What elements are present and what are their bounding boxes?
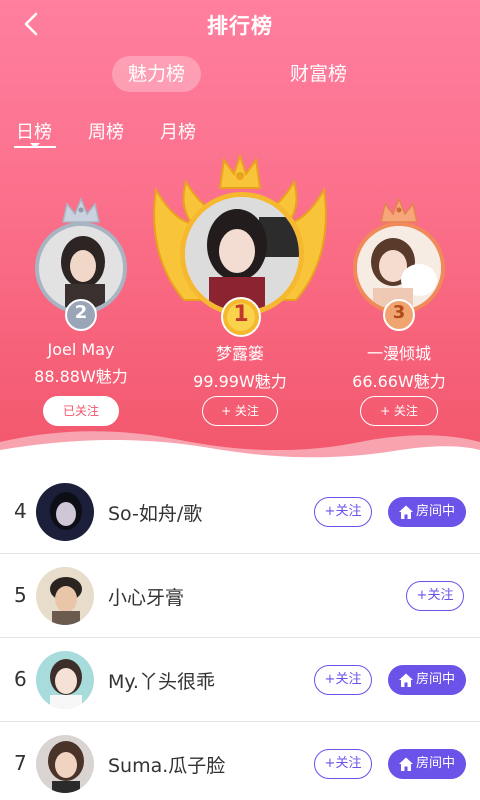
ranking-type-tabs: 魅力榜 财富榜	[0, 56, 480, 92]
top-bar: 排行榜	[0, 0, 480, 48]
rank-2-number: 2	[74, 302, 88, 323]
ranking-list: 4 So-如舟/歌 +关注 房间中 5 小心牙膏 +关注 6 My.丫头很乖 +…	[0, 470, 480, 800]
in-room-label: 房间中	[416, 504, 456, 519]
home-icon	[399, 505, 413, 519]
follow-button[interactable]: + 关注	[360, 396, 438, 426]
home-icon	[399, 757, 413, 771]
avatar[interactable]	[36, 483, 94, 541]
wave-decoration	[0, 431, 480, 470]
charm-score: 88.88W魅力	[34, 367, 128, 386]
charm-score: 66.66W魅力	[352, 372, 446, 391]
list-item[interactable]: 6 My.丫头很乖 +关注 房间中	[0, 638, 480, 722]
podium-rank-1: 梦露篓 99.99W魅力	[170, 340, 310, 392]
rank-number: 6	[14, 667, 27, 691]
follow-button[interactable]: + 关注	[202, 396, 278, 426]
avatar-image	[36, 483, 94, 541]
page-title: 排行榜	[207, 14, 273, 38]
user-name: 小心牙膏	[108, 587, 185, 609]
in-room-button[interactable]: 房间中	[388, 497, 466, 527]
in-room-label: 房间中	[416, 672, 456, 687]
rank-number: 4	[14, 499, 27, 523]
avatar-image	[185, 197, 299, 311]
podium-rank-3: 一漫倾城 66.66W魅力	[329, 340, 469, 392]
active-tab-caret	[30, 143, 40, 148]
user-name: Joel May	[47, 340, 115, 359]
charm-score: 99.99W魅力	[193, 372, 287, 391]
user-name: So-如舟/歌	[108, 503, 203, 525]
tab-wealth[interactable]: 财富榜	[274, 56, 363, 92]
in-room-label: 房间中	[416, 756, 456, 771]
user-name: My.丫头很乖	[108, 671, 215, 693]
user-name: 梦露篓	[215, 344, 264, 363]
list-item[interactable]: 4 So-如舟/歌 +关注 房间中	[0, 470, 480, 554]
tab-weekly[interactable]: 周榜	[88, 118, 124, 144]
follow-button[interactable]: +关注	[406, 581, 464, 611]
avatar-image	[36, 735, 94, 793]
follow-button[interactable]: +关注	[314, 665, 372, 695]
rank-3-number: 3	[392, 302, 406, 323]
list-item[interactable]: 5 小心牙膏 +关注	[0, 554, 480, 638]
user-name: Suma.瓜子脸	[108, 755, 226, 777]
rank-number: 7	[14, 751, 27, 775]
tab-monthly[interactable]: 月榜	[160, 118, 196, 144]
follow-button[interactable]: +关注	[314, 749, 372, 779]
rank-number: 5	[14, 583, 27, 607]
follow-button[interactable]: +关注	[314, 497, 372, 527]
period-tabs: 日榜 周榜 月榜	[0, 118, 480, 152]
home-icon	[399, 673, 413, 687]
followed-button[interactable]: 已关注	[43, 396, 119, 426]
rank-1-number: 1	[233, 302, 249, 327]
tab-charm[interactable]: 魅力榜	[112, 56, 202, 92]
avatar-image	[36, 567, 94, 625]
tab-daily[interactable]: 日榜	[16, 118, 52, 144]
avatar-image	[36, 651, 94, 709]
podium-rank-2: Joel May 88.88W魅力	[11, 340, 151, 387]
in-room-button[interactable]: 房间中	[388, 665, 466, 695]
in-room-button[interactable]: 房间中	[388, 749, 466, 779]
avatar[interactable]	[36, 735, 94, 793]
user-name: 一漫倾城	[366, 344, 431, 363]
avatar[interactable]	[36, 567, 94, 625]
list-item[interactable]: 7 Suma.瓜子脸 +关注 房间中	[0, 722, 480, 800]
avatar[interactable]	[36, 651, 94, 709]
